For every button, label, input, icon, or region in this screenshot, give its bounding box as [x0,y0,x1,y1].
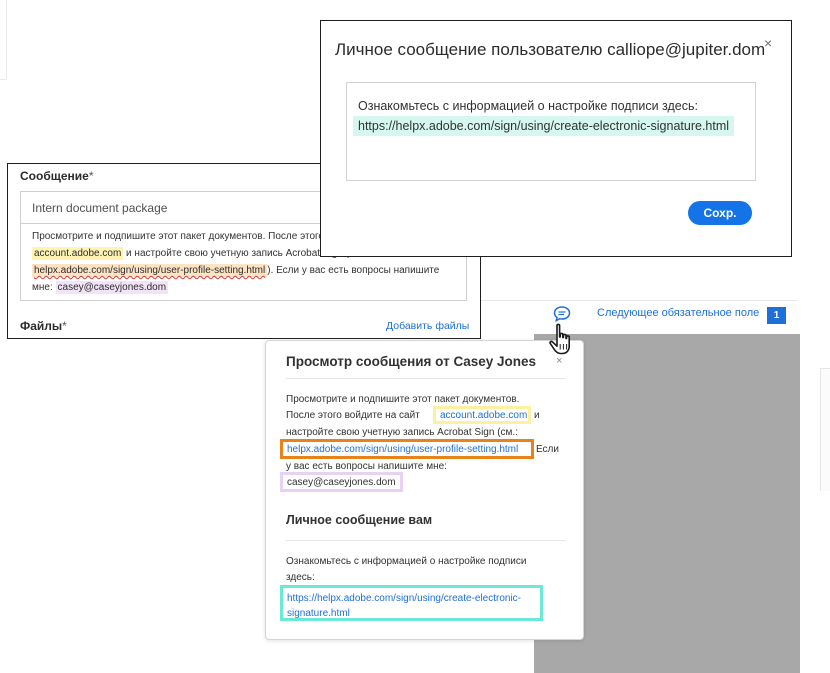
save-button[interactable]: Сохр. [688,201,752,225]
preview-private-link[interactable]: https://helpx.adobe.com/sign/using/creat… [280,585,543,621]
hand-pointer-icon [549,323,570,355]
preview-text-line: После этого войдите на сайт [286,410,420,421]
account-link-highlight: account.adobe.com [32,247,124,260]
profile-link-text: helpx.adobe.com/sign/using/user-profile-… [287,444,519,455]
background-fragment [0,0,7,80]
account-link-text: account.adobe.com [440,410,528,421]
message-preview-popover: Просмотр сообщения от Casey Jones × Прос… [265,340,584,640]
dialog-title: Личное сообщение пользователю calliope@j… [335,40,766,59]
private-message-link: https://helpx.adobe.com/sign/using/creat… [353,116,735,136]
preview-text-line: настройте свою учетную запись Acrobat Si… [286,427,518,438]
files-label-text: Файлы [20,319,63,333]
message-label: Сообщение* [20,169,94,183]
private-message-text: Ознакомьтесь с информацией о настройке п… [358,99,698,113]
body-text: мне: [32,282,56,293]
body-line: мне: casey@caseyjones.dom [32,279,466,296]
preview-text-line: Ознакомьтесь с информацией о настройке п… [286,556,527,567]
private-message-dialog: Личное сообщение пользователю calliope@j… [320,20,792,257]
preview-text-line: здесь: [286,572,315,583]
email-highlight: casey@caseyjones.dom [55,281,169,294]
preview-text-line: Если [536,444,559,455]
preview-account-link[interactable]: account.adobe.com [433,406,531,424]
close-icon[interactable]: × [764,35,772,51]
private-message-title: Личное сообщение вам [286,513,433,527]
preview-email: casey@caseyjones.dom [280,472,403,492]
preview-text-line: Просмотрите и подпишите этот пакет докум… [286,394,520,405]
preview-text-line: у вас есть вопросы напишите мне: [286,461,447,472]
private-link-line: signature.html [287,608,350,619]
chat-bubble-icon[interactable] [553,305,571,323]
next-required-field-count-badge: 1 [767,307,786,324]
divider [286,378,566,379]
private-link-line: https://helpx.adobe.com/sign/using/creat… [287,593,522,604]
message-label-text: Сообщение [20,169,89,183]
preview-title: Просмотр сообщения от Casey Jones [286,354,536,369]
profile-link-highlight: helpx.adobe.com/sign/using/user-profile-… [32,264,268,277]
divider [286,540,566,541]
private-message-textarea[interactable]: Ознакомьтесь с информацией о настройке п… [346,82,756,181]
preview-text-line: и [534,410,540,421]
required-asterisk: * [62,319,67,333]
body-line: helpx.adobe.com/sign/using/user-profile-… [32,262,466,279]
required-asterisk: * [88,169,94,183]
add-files-link[interactable]: Добавить файлы [386,320,469,332]
preview-profile-link[interactable]: helpx.adobe.com/sign/using/user-profile-… [280,439,534,459]
background-fragment-right [820,368,830,491]
email-text: casey@caseyjones.dom [287,477,396,488]
body-text: ). Если у вас есть вопросы напишите [267,265,440,276]
profile-link-text: helpx.adobe.com/sign/using/user-profile-… [34,265,266,276]
next-required-field-link[interactable]: Следующее обязательное поле [597,307,759,319]
files-label: Файлы* [20,319,67,333]
